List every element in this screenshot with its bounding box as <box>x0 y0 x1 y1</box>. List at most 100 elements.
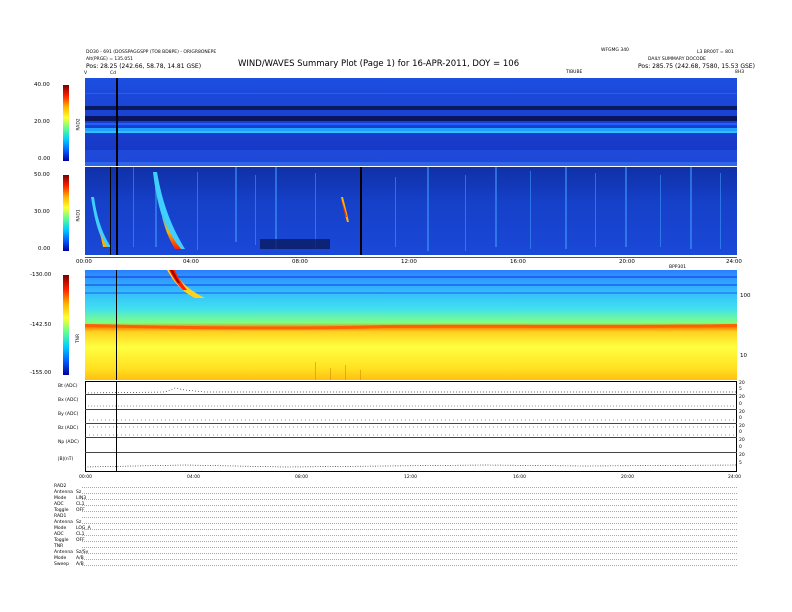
footer-param: ADC <box>54 532 64 537</box>
footer-grid-line <box>82 517 737 518</box>
header-tibube-label: TIBUBE <box>566 70 583 75</box>
footer-tnr-name: TNR <box>54 544 64 549</box>
time-tick: 04:00 <box>183 259 199 265</box>
footer-grid-line <box>82 493 737 494</box>
bottom-time-tick: 20:00 <box>621 475 634 480</box>
footer-param: ADC <box>54 502 64 507</box>
footer-grid-line <box>82 559 737 560</box>
bottom-time-tick: 08:00 <box>295 475 308 480</box>
rad1-colorbar <box>63 175 69 251</box>
trace-right-tick: 20 <box>739 453 745 458</box>
trace-right-tick: 20 <box>739 395 745 400</box>
footer-grid-line <box>82 511 737 512</box>
footer-rad1-name: RAD1 <box>54 514 67 519</box>
tnr-right-tick-100: 100 <box>740 293 751 299</box>
trace-label: Bt (ADC) <box>58 384 78 389</box>
rad2-tick-bottom: 0.00 <box>38 156 51 162</box>
trace-label: Bx (ADC) <box>58 398 79 403</box>
time-tick: 16:00 <box>510 259 526 265</box>
time-tick: 12:00 <box>401 259 417 265</box>
time-tick: 24:00 <box>726 259 742 265</box>
bottom-time-tick: 04:00 <box>187 475 200 480</box>
rad1-tick-mid: 30.00 <box>34 209 50 215</box>
footer-param: Sweep <box>54 562 69 567</box>
footer-param: Toggle <box>54 508 69 513</box>
rad1-spectrogram <box>85 167 737 255</box>
footer-param: Mode <box>54 526 67 531</box>
header-far-right: 8H3 <box>735 70 745 75</box>
start-marker: V <box>84 71 88 76</box>
trace-label: Bz (ADC) <box>58 426 79 431</box>
trace-label: Np (ADC) <box>58 440 79 445</box>
footer-grid-line <box>82 535 737 536</box>
header-position-left: Pos: 28.25 (242.66, 58.78, 14.81 GSE) <box>86 63 202 70</box>
footer-param: Toggle <box>54 538 69 543</box>
trace-right-tick: 5 <box>739 461 742 466</box>
rad1-axis-label: RAD1 <box>76 209 82 222</box>
footer-param: Mode <box>54 496 67 501</box>
trace-svg <box>85 381 737 471</box>
tnr-tick-top: -130.00 <box>30 272 52 278</box>
footer-grid-line <box>82 565 737 566</box>
footer-grid-line <box>82 505 737 506</box>
footer-grid-line <box>82 499 737 500</box>
rad2-tick-top: 40.00 <box>34 82 50 88</box>
rad2-axis-label: RAD2 <box>76 118 82 131</box>
trace-right-tick: 20 <box>739 424 745 429</box>
footer-grid-line <box>82 523 737 524</box>
time-tick: 20:00 <box>619 259 635 265</box>
trace-right-tick: 20 <box>739 410 745 415</box>
footer-value: Sz <box>76 490 82 495</box>
page-title: WIND/WAVES Summary Plot (Page 1) for 16-… <box>238 59 520 69</box>
tnr-tick-mid: -142.50 <box>30 322 52 328</box>
footer-param: Mode <box>54 556 67 561</box>
rad1-tick-bottom: 0.00 <box>38 246 51 252</box>
footer-param: Antenna <box>54 520 73 525</box>
footer-grid-line <box>82 529 737 530</box>
rad1-svg <box>85 167 737 255</box>
footer-value: Sz <box>76 520 82 525</box>
tnr-axis-label: TNR <box>76 333 82 344</box>
rad1-tick-top: 50.00 <box>34 172 50 178</box>
tnr-spectrogram <box>85 270 737 380</box>
footer-param: Antenna <box>54 490 73 495</box>
trace-right-tick: 5 <box>739 387 742 392</box>
trace-label: |B|(nT) <box>58 457 74 462</box>
time-tick: 08:00 <box>292 259 308 265</box>
tnr-tick-bottom: -155.00 <box>30 370 52 376</box>
rad2-tick-mid: 20.00 <box>34 119 50 125</box>
trace-frame-bottom <box>85 471 737 472</box>
trace-label: By (ADC) <box>58 412 79 417</box>
trace-right-tick: 0 <box>739 416 742 421</box>
time-tick: 00:00 <box>76 259 92 265</box>
bottom-time-tick: 24:00 <box>728 475 741 480</box>
rad2-svg <box>85 78 737 166</box>
header-source-line: DO30 - 691 (DOSSPAGGSPP (TO8 BD8PE) - OR… <box>86 50 217 55</box>
footer-grid-line <box>82 553 737 554</box>
tnr-svg <box>85 270 737 380</box>
rad2-colorbar <box>63 85 69 161</box>
bottom-time-tick: 12:00 <box>404 475 417 480</box>
footer-grid-line <box>82 541 737 542</box>
header-right-c: DAILY SUMMARY DOCODE <box>648 57 706 62</box>
footer-rad2-name: RAD2 <box>54 484 67 489</box>
footer-grid-line <box>82 487 737 488</box>
trace-right-tick: 20 <box>739 381 745 386</box>
header-position-right: Pos: 285.75 (242.68, 7580, 15.53 GSE) <box>638 63 755 70</box>
cursor-marker: Cd <box>110 71 116 76</box>
bottom-time-tick: 00:00 <box>79 475 92 480</box>
tnr-right-tick-10: 10 <box>740 353 747 359</box>
footer-param: Antenna <box>54 550 73 555</box>
tnr-colorbar <box>63 275 69 375</box>
trace-right-tick: 20 <box>739 438 745 443</box>
trace-right-tick: 0 <box>739 445 742 450</box>
header-altitude: Alt(PRGE) = 135.051 <box>86 57 134 62</box>
header-right-a: WFGMG 340 <box>601 48 629 53</box>
rad2-spectrogram <box>85 78 737 166</box>
bottom-time-tick: 16:00 <box>513 475 526 480</box>
footer-grid-line <box>82 547 737 548</box>
time-axis-line <box>85 257 737 258</box>
trace-right-tick: 0 <box>739 430 742 435</box>
trace-right-tick: 0 <box>739 402 742 407</box>
header-right-b: L3 BR00T = 801 <box>697 50 734 55</box>
